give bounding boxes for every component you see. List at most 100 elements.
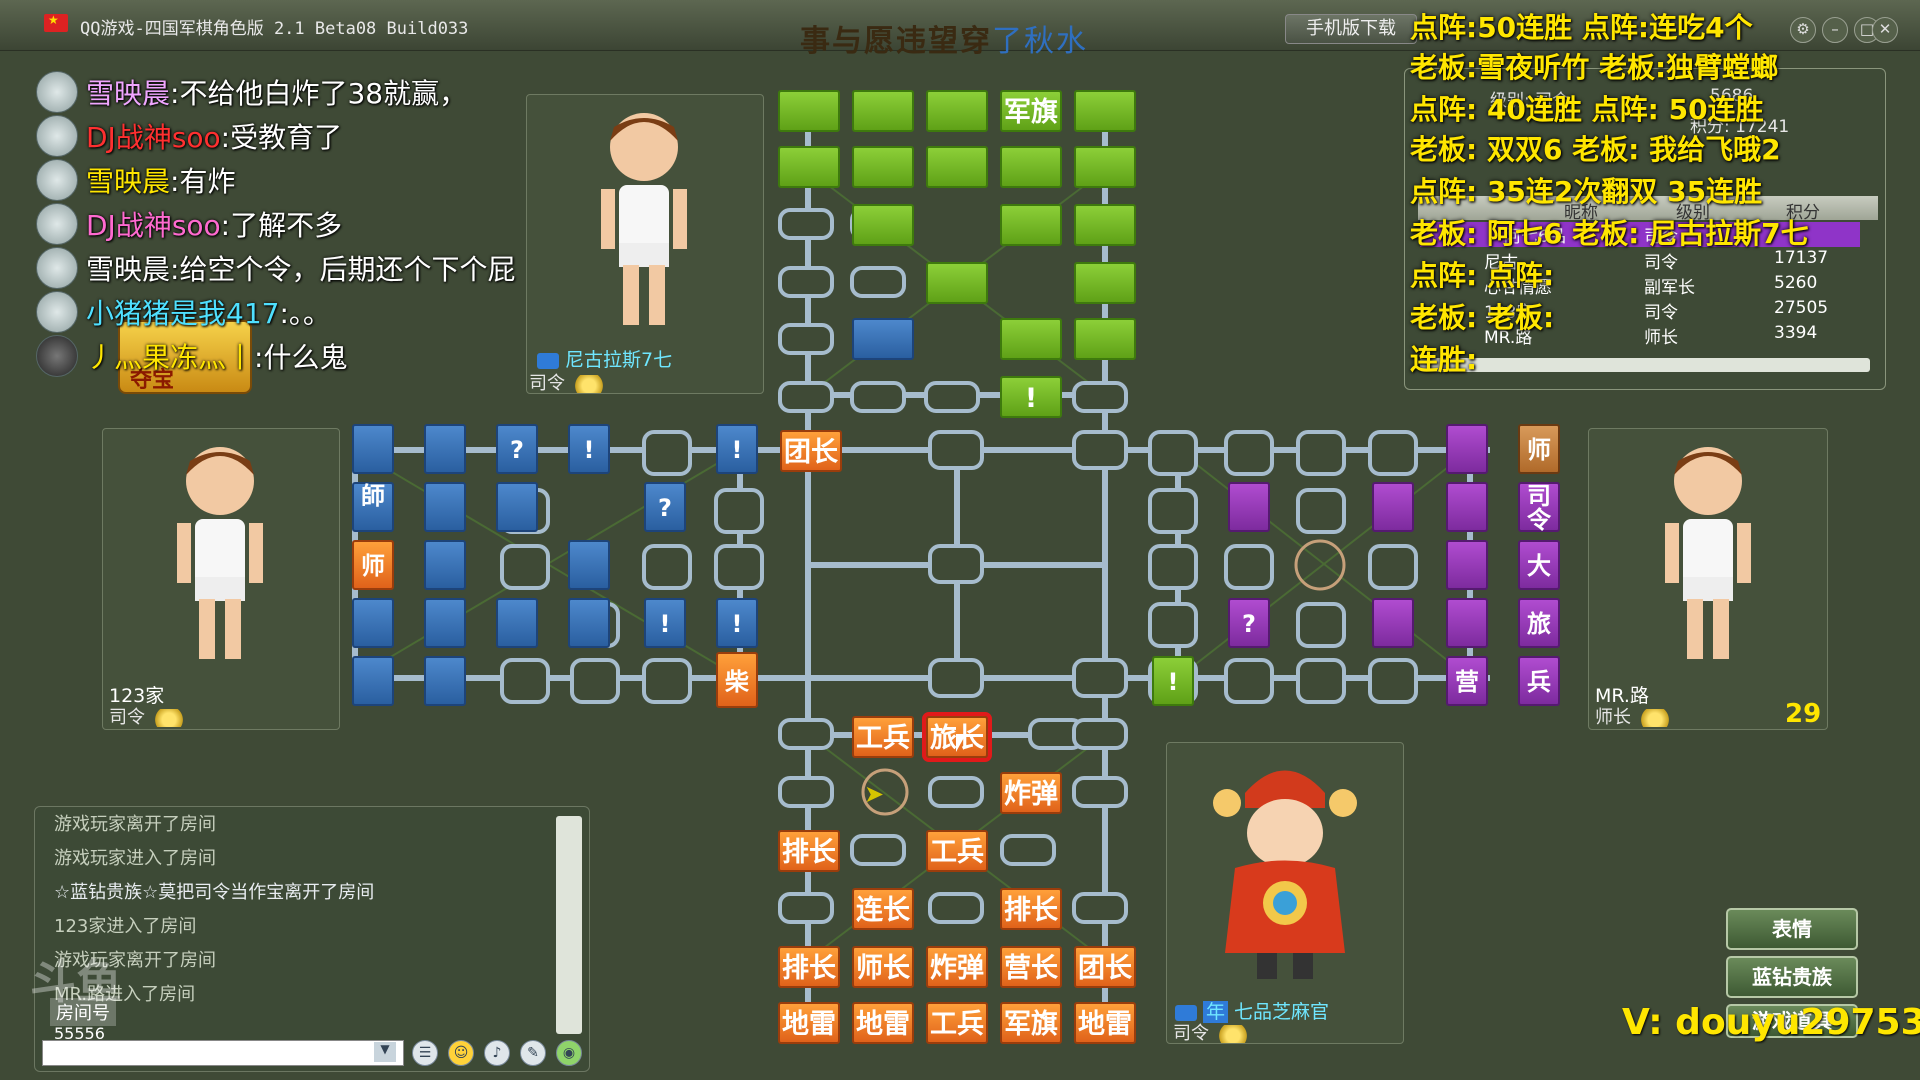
board-piece-own[interactable]: 炸弹	[926, 946, 988, 988]
board-piece-blue-marked[interactable]: !	[644, 598, 686, 648]
board-piece-blue[interactable]	[496, 482, 538, 532]
emotion-button[interactable]: 表情	[1726, 908, 1858, 950]
board-piece-orange-label[interactable]: 师	[352, 540, 394, 590]
player-avatar-left	[177, 447, 263, 659]
player-rank-right: 师长	[1595, 707, 1631, 728]
board-piece-blue-question[interactable]: ?	[496, 424, 538, 474]
log-line: 游戏玩家进入了房间	[54, 848, 216, 869]
chat-input[interactable]	[42, 1040, 404, 1066]
chevron-down-icon[interactable]: ▼	[374, 1042, 396, 1062]
board-piece-blue[interactable]	[568, 540, 610, 590]
user-avatar-icon	[36, 291, 78, 333]
board-piece-purple-question[interactable]: ?	[1228, 598, 1270, 648]
board-piece-own[interactable]: 军旗	[1000, 1002, 1062, 1044]
board-piece-green[interactable]	[926, 146, 988, 188]
row-level: 副军长	[1644, 278, 1695, 298]
board-piece-green[interactable]	[1000, 204, 1062, 246]
player-rank-bottom: 司令	[1173, 1023, 1209, 1044]
board-piece-blue[interactable]	[568, 598, 610, 648]
board-piece-green[interactable]	[778, 146, 840, 188]
log-line: 123家进入了房间	[54, 916, 197, 937]
board-piece-own[interactable]: 排长	[778, 946, 840, 988]
board-piece-own[interactable]: 地雷	[852, 1002, 914, 1044]
board-piece-purple-label[interactable]: 司令	[1518, 482, 1560, 532]
board-piece-own[interactable]: 工兵	[926, 1002, 988, 1044]
board-piece-own-tuanzhang[interactable]: 团长	[780, 430, 842, 472]
board-piece-purple-label[interactable]: 兵	[1518, 656, 1560, 706]
board-piece-green[interactable]	[926, 90, 988, 132]
board-piece-green[interactable]	[778, 90, 840, 132]
speaker-icon[interactable]: ♪	[484, 1040, 510, 1066]
board-piece-green[interactable]	[1000, 146, 1062, 188]
blue-diamond-button[interactable]: 蓝钻贵族	[1726, 956, 1858, 998]
board-piece-purple[interactable]	[1446, 424, 1488, 474]
board-piece-green[interactable]	[1074, 90, 1136, 132]
row-level: 司令	[1644, 303, 1678, 323]
board-piece-own[interactable]: 工兵	[852, 716, 914, 758]
board-piece-own[interactable]: 地雷	[778, 1002, 840, 1044]
board-piece-blue[interactable]	[424, 424, 466, 474]
board-piece-green-flag[interactable]: 军旗	[1000, 90, 1062, 132]
chat-user: 雪映晨	[86, 165, 171, 198]
board-piece-purple-label[interactable]: 大	[1518, 540, 1560, 590]
board-piece-blue[interactable]	[852, 318, 914, 360]
board-piece-purple-label[interactable]: 师	[1518, 424, 1560, 474]
board-piece-blue[interactable]	[424, 656, 466, 706]
chat-user: 小猪猪是我417	[86, 297, 280, 330]
board-piece-own[interactable]: 炸弹	[1000, 772, 1062, 814]
board-piece-blue[interactable]	[424, 482, 466, 532]
board-piece-blue-marked[interactable]: !	[716, 598, 758, 648]
board-piece-purple[interactable]	[1446, 482, 1488, 532]
board-piece-green[interactable]	[926, 262, 988, 304]
board-piece-own[interactable]: 排长	[778, 830, 840, 872]
board-piece-own[interactable]: 团长	[1074, 946, 1136, 988]
board-piece-purple[interactable]	[1372, 482, 1414, 532]
board-piece-purple[interactable]	[1446, 540, 1488, 590]
board-piece-own[interactable]: 工兵	[926, 830, 988, 872]
board-piece-purple-label[interactable]: 旅	[1518, 598, 1560, 648]
board-piece-purple-label[interactable]: 营	[1446, 656, 1488, 706]
board-piece-green-marked[interactable]: !	[1000, 376, 1062, 418]
board-piece-blue[interactable]	[352, 656, 394, 706]
board-piece-green[interactable]	[1000, 318, 1062, 360]
board-piece-green[interactable]	[852, 146, 914, 188]
log-scrollbar[interactable]	[556, 816, 582, 1034]
board-piece-own[interactable]: 排长	[1000, 888, 1062, 930]
board-piece-blue[interactable]	[424, 540, 466, 590]
board-piece-blue-marked[interactable]: !	[568, 424, 610, 474]
player-list-scrollbar[interactable]	[1420, 358, 1870, 372]
board-piece-green[interactable]	[1074, 318, 1136, 360]
board-piece-own[interactable]: 连长	[852, 888, 914, 930]
board-piece-blue[interactable]	[496, 598, 538, 648]
board-piece-green[interactable]	[852, 204, 914, 246]
board-piece-green[interactable]	[1074, 262, 1136, 304]
board-piece-green[interactable]	[1074, 204, 1136, 246]
board-piece-blue-marked[interactable]: !	[716, 424, 758, 474]
globe-icon[interactable]: ◉	[556, 1040, 582, 1066]
board-piece-purple[interactable]	[1228, 482, 1270, 532]
promo-line: 老板: 阿七6 老板: 尼古拉斯7七	[1410, 217, 1809, 250]
promo-line: 点阵: 35连2次翻双 35连胜	[1410, 175, 1763, 208]
board-piece-own[interactable]: 地雷	[1074, 1002, 1136, 1044]
board-piece-blue-question[interactable]: ?	[644, 482, 686, 532]
board-piece-green-marked[interactable]: !	[1152, 656, 1194, 706]
row-level: 师长	[1644, 328, 1678, 348]
board-piece-green[interactable]	[1074, 146, 1136, 188]
emoji-icon[interactable]: ☺	[448, 1040, 474, 1066]
chat-message: 雪映晨:有炸	[36, 158, 596, 202]
chat-text: :了解不多	[220, 209, 343, 242]
board-piece-blue[interactable]	[424, 598, 466, 648]
camp-arrow-icon: ➤	[864, 780, 885, 808]
board-piece-purple[interactable]	[1446, 598, 1488, 648]
chat-bubble-icon[interactable]: ☰	[412, 1040, 438, 1066]
board-piece-green[interactable]	[852, 90, 914, 132]
board-piece-blue[interactable]	[352, 424, 394, 474]
board-piece-own[interactable]: 营长	[1000, 946, 1062, 988]
board-piece-purple[interactable]	[1372, 598, 1414, 648]
board-piece-own[interactable]: 师长	[852, 946, 914, 988]
board-piece-orange-label[interactable]: 柴	[716, 652, 758, 708]
wrench-icon[interactable]: ✎	[520, 1040, 546, 1066]
board-piece-blue-label[interactable]: 師	[352, 482, 394, 532]
chat-user: DJ战神soo	[86, 209, 221, 242]
board-piece-blue[interactable]	[352, 598, 394, 648]
